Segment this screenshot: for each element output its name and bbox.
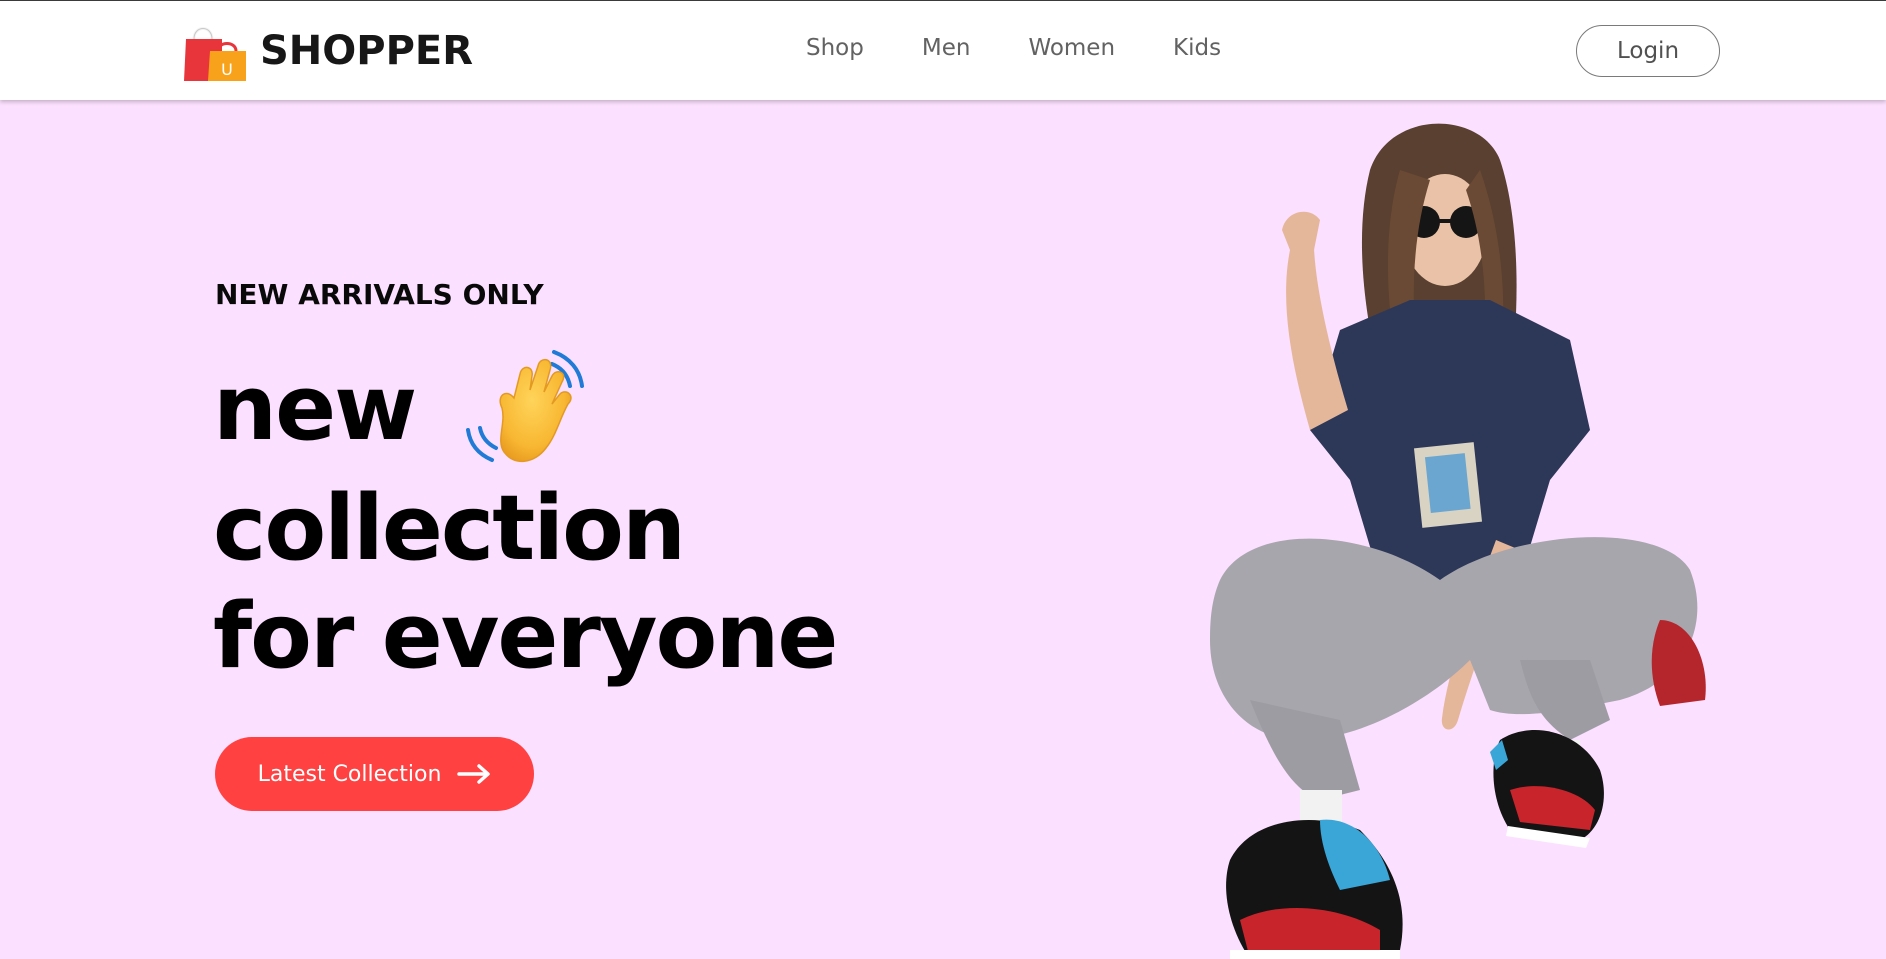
nav-menu: Shop Men Women Kids <box>806 35 1221 61</box>
nav-item-men[interactable]: Men <box>922 35 971 61</box>
shopping-bag-icon: U <box>184 27 246 81</box>
latest-collection-button[interactable]: Latest Collection <box>215 737 534 811</box>
latest-collection-label: Latest Collection <box>257 761 442 787</box>
logo[interactable]: U SHOPPER <box>182 19 473 83</box>
navbar: U SHOPPER Shop Men Women Kids Login <box>0 0 1886 100</box>
waving-hand-icon <box>466 350 584 462</box>
arrow-right-icon <box>457 764 491 784</box>
hero-headline-line-3: for everyone <box>213 584 838 689</box>
hero-section: NEW ARRIVALS ONLY new collection for eve… <box>0 100 1886 959</box>
brand-name: SHOPPER <box>260 28 474 74</box>
hero-headline-line-1: new <box>213 356 417 461</box>
login-button[interactable]: Login <box>1576 25 1720 77</box>
nav-item-women[interactable]: Women <box>1028 35 1115 61</box>
nav-item-shop[interactable]: Shop <box>806 35 864 61</box>
hero-headline-line-2: collection <box>213 476 686 581</box>
hero-model-image <box>1210 123 1706 959</box>
page: U SHOPPER Shop Men Women Kids Login NEW … <box>0 0 1886 959</box>
hero-kicker: NEW ARRIVALS ONLY <box>215 278 544 311</box>
svg-text:U: U <box>221 60 233 79</box>
nav-item-kids[interactable]: Kids <box>1173 35 1221 61</box>
